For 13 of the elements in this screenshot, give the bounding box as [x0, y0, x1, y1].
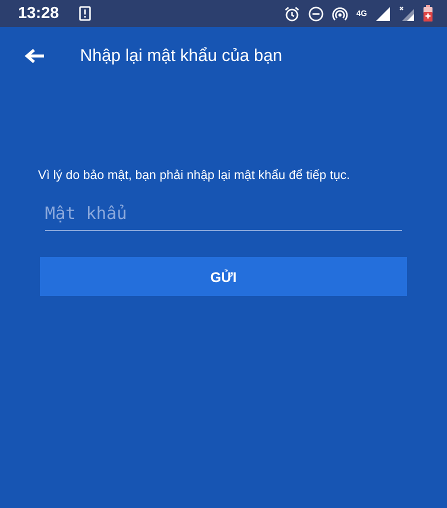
- notification-icon: [78, 6, 91, 21]
- hotspot-icon: [332, 6, 348, 22]
- send-button[interactable]: GỬI: [40, 257, 407, 296]
- no-signal-icon: [399, 6, 415, 22]
- alarm-icon: [284, 6, 300, 22]
- battery-icon: [423, 5, 433, 22]
- signal-icon: [375, 6, 391, 22]
- screen-title: Nhập lại mật khẩu của bạn: [80, 46, 282, 66]
- network-type: 4G: [356, 10, 367, 18]
- password-field[interactable]: Mật khẩu: [45, 198, 402, 231]
- do-not-disturb-icon: [308, 6, 324, 22]
- clock-time: 13:28: [18, 4, 59, 22]
- security-message: Vì lý do bảo mật, bạn phải nhập lại mật khẩu để tiếp tục.: [38, 168, 352, 182]
